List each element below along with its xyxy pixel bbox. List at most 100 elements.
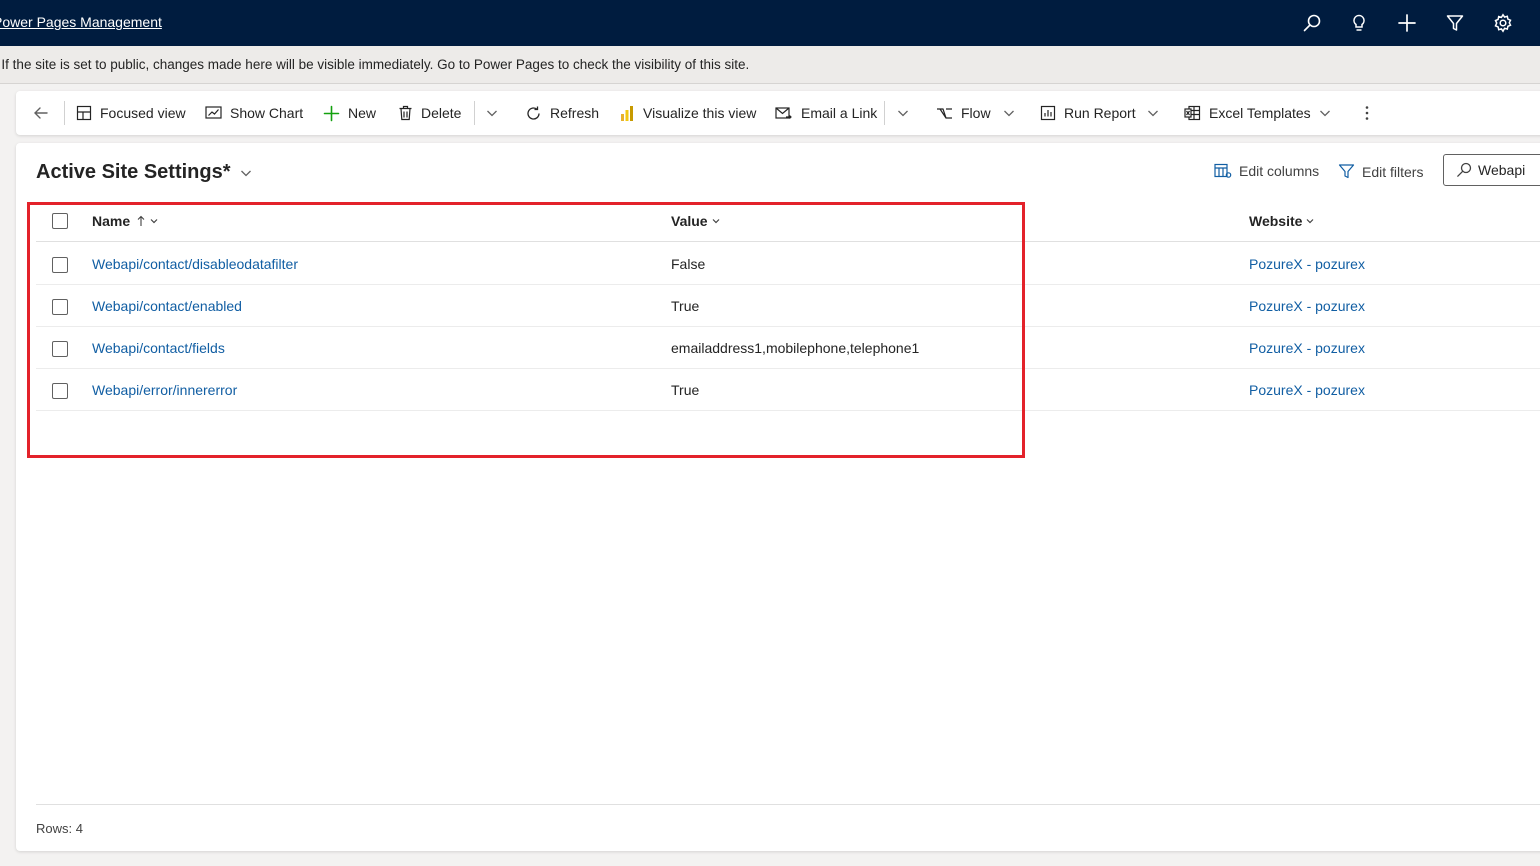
delete-label: Delete [421,105,462,121]
chevron-down-icon [240,170,251,176]
footer-divider [36,804,1540,805]
run-report-chevron[interactable] [1146,91,1160,135]
website-link[interactable]: PozureX - pozurex [1249,243,1365,285]
refresh-button[interactable]: Refresh [525,91,599,135]
chevron-down-icon [150,219,158,224]
filter-icon [1338,164,1355,179]
email-link-label: Email a Link [801,105,878,121]
search-icon[interactable] [1299,10,1325,36]
website-link[interactable]: PozureX - pozurex [1249,285,1365,327]
notice-text: Review this site's visibility before edi… [0,57,750,72]
chevron-down-icon [1148,110,1158,117]
visualize-label: Visualize this view [643,105,757,121]
column-header-name[interactable]: Name [92,201,159,241]
record-value: True [671,298,700,314]
record-name-link[interactable]: Webapi/contact/disableodatafilter [92,243,298,285]
edit-columns-icon [1214,163,1232,178]
more-delete-options-chevron[interactable] [485,91,499,135]
table-row[interactable]: Webapi/error/innererror True PozureX - p… [36,369,1540,411]
trash-icon [399,105,412,121]
search-value: Webapi [1478,162,1526,178]
row-checkbox[interactable] [52,341,68,357]
column-name-label: Name [92,213,131,229]
power-bi-icon [621,105,633,121]
email-link-button[interactable]: Email a Link [775,91,877,135]
separator [884,101,885,125]
table-row[interactable]: Webapi/contact/fields emailaddress1,mobi… [36,327,1540,369]
new-button[interactable]: New [323,91,376,135]
visibility-notice-bar: Review this site's visibility before edi… [0,46,1540,84]
flow-button[interactable]: Flow [936,91,991,135]
more-commands-button[interactable] [1359,91,1375,135]
chevron-down-icon [898,110,908,117]
plus-icon[interactable] [1394,10,1420,36]
report-icon [1040,105,1056,121]
column-header-value[interactable]: Value [671,201,721,241]
more-email-options-chevron[interactable] [896,91,910,135]
record-name-link[interactable]: Webapi/contact/enabled [92,285,242,327]
record-name-link[interactable]: Webapi/error/innererror [92,369,237,411]
show-chart-button[interactable]: Show Chart [205,91,303,135]
record-value: False [671,256,706,272]
row-checkbox[interactable] [52,383,68,399]
focused-view-button[interactable]: Focused view [76,91,186,135]
row-checkbox[interactable] [52,299,68,315]
view-title: Active Site Settings* [36,161,231,183]
run-report-button[interactable]: Run Report [1040,91,1136,135]
visualize-view-button[interactable]: Visualize this view [619,91,756,135]
column-header-website[interactable]: Website [1249,201,1315,241]
new-label: New [348,105,377,121]
chevron-down-icon [487,110,497,117]
excel-templates-chevron[interactable] [1318,91,1332,135]
website-link[interactable]: PozureX - pozurex [1249,327,1365,369]
search-icon [1457,162,1472,177]
chevron-down-icon [1307,219,1314,224]
back-button[interactable] [32,91,50,135]
table-row[interactable]: Webapi/contact/disableodatafilter False … [36,243,1540,285]
delete-button[interactable]: Delete [398,91,461,135]
column-website-label: Website [1249,213,1303,229]
separator [64,101,65,125]
app-title-link[interactable]: Power Pages Management [0,14,162,30]
table-row[interactable]: Webapi/contact/enabled True PozureX - po… [36,285,1540,327]
row-checkbox[interactable] [52,257,68,273]
view-selector[interactable]: Active Site Settings* [36,161,253,184]
excel-templates-label: Excel Templates [1209,105,1311,121]
flow-icon [937,107,952,119]
chevron-down-icon [1320,110,1330,117]
flow-label: Flow [961,105,991,121]
chevron-down-icon [1004,110,1014,117]
excel-icon [1184,105,1201,121]
settings-icon[interactable] [1490,10,1516,36]
grid-search-input[interactable]: Webapi [1443,154,1540,186]
command-bar: Focused view Show Chart New Delete Refre… [16,91,1540,135]
refresh-label: Refresh [550,105,600,121]
focused-view-icon [76,105,92,121]
filter-icon[interactable] [1442,10,1468,36]
grid-header-row: Name Value Website [36,201,1540,242]
select-all-checkbox[interactable] [52,213,68,229]
column-value-label: Value [671,213,708,229]
record-value: True [671,382,700,398]
sort-ascending-icon [137,215,145,226]
chevron-down-icon [712,219,720,224]
rows-count: Rows: 4 [36,821,83,836]
edit-columns-button[interactable]: Edit columns [1214,163,1319,179]
flow-chevron[interactable] [1002,91,1016,135]
separator [474,101,475,125]
plus-icon [323,105,340,121]
show-chart-label: Show Chart [230,105,304,121]
record-value: emailaddress1,mobilephone,telephone1 [671,340,920,356]
website-link[interactable]: PozureX - pozurex [1249,369,1365,411]
view-panel: Active Site Settings* Edit columns Edit … [16,143,1540,851]
top-navigation-bar: Power Pages Management [0,0,1540,46]
more-vertical-icon [1365,106,1369,120]
refresh-icon [527,106,540,120]
edit-filters-button[interactable]: Edit filters [1338,163,1423,180]
back-arrow-icon [34,107,48,119]
run-report-label: Run Report [1064,105,1136,121]
lightbulb-icon[interactable] [1346,10,1372,36]
record-name-link[interactable]: Webapi/contact/fields [92,327,225,369]
excel-templates-button[interactable]: Excel Templates [1184,91,1311,135]
chart-icon [205,106,222,119]
